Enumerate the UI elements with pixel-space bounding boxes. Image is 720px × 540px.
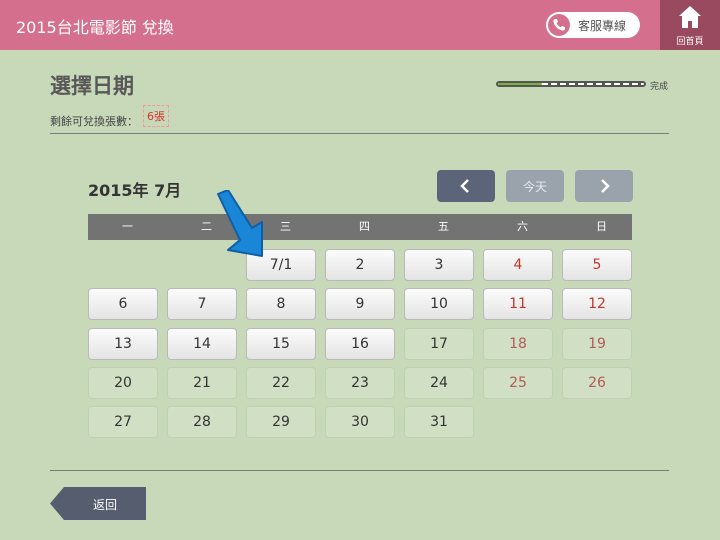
progress-fill bbox=[498, 83, 542, 85]
pointer-arrow-icon bbox=[217, 190, 263, 257]
prev-month-button[interactable] bbox=[437, 170, 495, 202]
day-cell: 21 bbox=[167, 366, 237, 399]
today-button[interactable]: 今天 bbox=[506, 170, 564, 202]
day-cell: 25 bbox=[483, 366, 553, 399]
home-label: 回首頁 bbox=[676, 37, 704, 47]
weekday-header: 一二三四五六日 bbox=[88, 214, 632, 240]
day-cell: 17 bbox=[404, 327, 474, 360]
divider-bottom bbox=[50, 470, 669, 471]
weekday-label: 六 bbox=[517, 220, 528, 233]
day-cell: 31 bbox=[404, 406, 474, 439]
day-cell: 19 bbox=[562, 327, 632, 360]
day-cell: 23 bbox=[325, 366, 395, 399]
day-cell[interactable]: 9 bbox=[325, 288, 395, 321]
remaining-tickets-value: 6張 bbox=[143, 105, 169, 127]
top-bar: 2015台北電影節 兌換 客服專線 回首頁 bbox=[0, 0, 720, 50]
day-cell[interactable]: 6 bbox=[88, 288, 158, 321]
day-cell: 27 bbox=[88, 406, 158, 439]
phone-icon bbox=[548, 14, 570, 36]
day-cell: 18 bbox=[483, 327, 553, 360]
day-cell[interactable]: 2 bbox=[325, 249, 395, 281]
weekday-label: 一 bbox=[122, 220, 133, 233]
day-cell[interactable]: 4 bbox=[483, 249, 553, 281]
day-cell: 30 bbox=[325, 406, 395, 439]
progress-label: 完成 bbox=[650, 82, 669, 92]
day-cell[interactable]: 12 bbox=[562, 288, 632, 321]
weekday-label: 四 bbox=[359, 220, 370, 233]
back-button[interactable]: 返回 bbox=[50, 487, 146, 520]
day-cell[interactable]: 14 bbox=[167, 327, 237, 360]
home-icon bbox=[679, 6, 701, 28]
day-cell[interactable]: 15 bbox=[246, 327, 316, 360]
day-cell: 28 bbox=[167, 406, 237, 439]
weekday-label: 日 bbox=[596, 220, 607, 233]
chevron-right-icon bbox=[601, 179, 610, 193]
progress-steps bbox=[548, 82, 644, 86]
next-month-button[interactable] bbox=[575, 170, 633, 202]
day-cell[interactable]: 10 bbox=[404, 288, 474, 321]
day-cell: 24 bbox=[404, 366, 474, 399]
month-label: 2015年 7月 bbox=[88, 181, 182, 200]
day-cell[interactable]: 13 bbox=[88, 327, 158, 360]
customer-service-label: 客服專線 bbox=[578, 19, 627, 33]
day-cell[interactable]: 7 bbox=[167, 288, 237, 321]
day-cell: 29 bbox=[246, 406, 316, 439]
day-cell[interactable]: 5 bbox=[562, 249, 632, 281]
page-title: 選擇日期 bbox=[50, 74, 134, 98]
day-cell[interactable]: 11 bbox=[483, 288, 553, 321]
day-cell[interactable]: 16 bbox=[325, 327, 395, 360]
day-cell: 26 bbox=[562, 366, 632, 399]
day-cell: 22 bbox=[246, 366, 316, 399]
chevron-left-icon bbox=[460, 179, 469, 193]
customer-service-button[interactable]: 客服專線 bbox=[546, 12, 640, 38]
back-label: 返回 bbox=[92, 498, 117, 512]
day-cell: 20 bbox=[88, 366, 158, 399]
day-cell[interactable]: 8 bbox=[246, 288, 316, 321]
weekday-label: 五 bbox=[438, 220, 449, 233]
remaining-tickets-label: 剩餘可兌換張數： bbox=[50, 115, 138, 128]
home-button[interactable]: 回首頁 bbox=[660, 0, 720, 50]
day-cell[interactable]: 3 bbox=[404, 249, 474, 281]
today-label: 今天 bbox=[522, 180, 547, 194]
divider-top bbox=[50, 133, 669, 134]
app-title: 2015台北電影節 兌換 bbox=[16, 18, 174, 37]
